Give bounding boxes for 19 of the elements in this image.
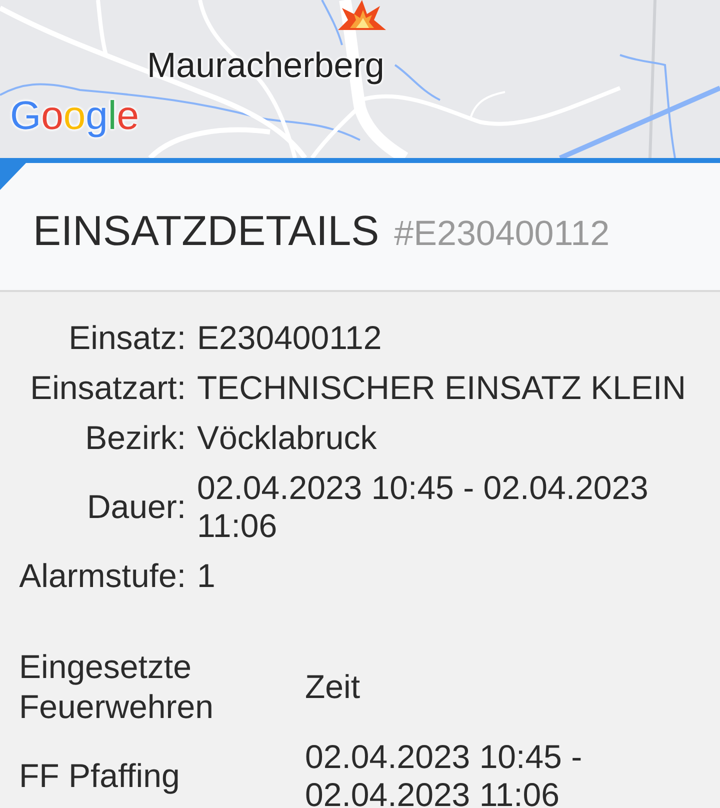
detail-label: Einsatzart: [29, 369, 186, 407]
detail-value: 02.04.2023 10:45 - 02.04.2023 11:06 [197, 469, 650, 545]
logo-text: Google [10, 94, 140, 138]
detail-label: Alarmstufe: [18, 557, 186, 595]
detail-label: Dauer: [86, 488, 186, 526]
detail-value: 1 [197, 557, 216, 595]
detail-value: Vöcklabruck [197, 419, 378, 457]
detail-label: Bezirk: [84, 419, 186, 457]
burst-icon [338, 0, 386, 32]
map-place-label: Mauracherberg [147, 46, 384, 86]
table-cell-text: 02.04.2023 10:45 - 02.04.2023 11:06 [305, 738, 584, 808]
column-header: Eingesetzte Feuerwehren [19, 647, 214, 727]
table-cell-text: FF Pfaffing [19, 757, 181, 795]
incident-id: #E230400112 [394, 214, 610, 254]
detail-value: E230400112 [197, 319, 383, 357]
column-header: Zeit [305, 667, 362, 707]
page-title: EINSATZDETAILS [33, 206, 380, 254]
detail-value: TECHNISCHER EINSATZ KLEIN [197, 369, 687, 407]
detail-label: Einsatz: [68, 319, 186, 357]
